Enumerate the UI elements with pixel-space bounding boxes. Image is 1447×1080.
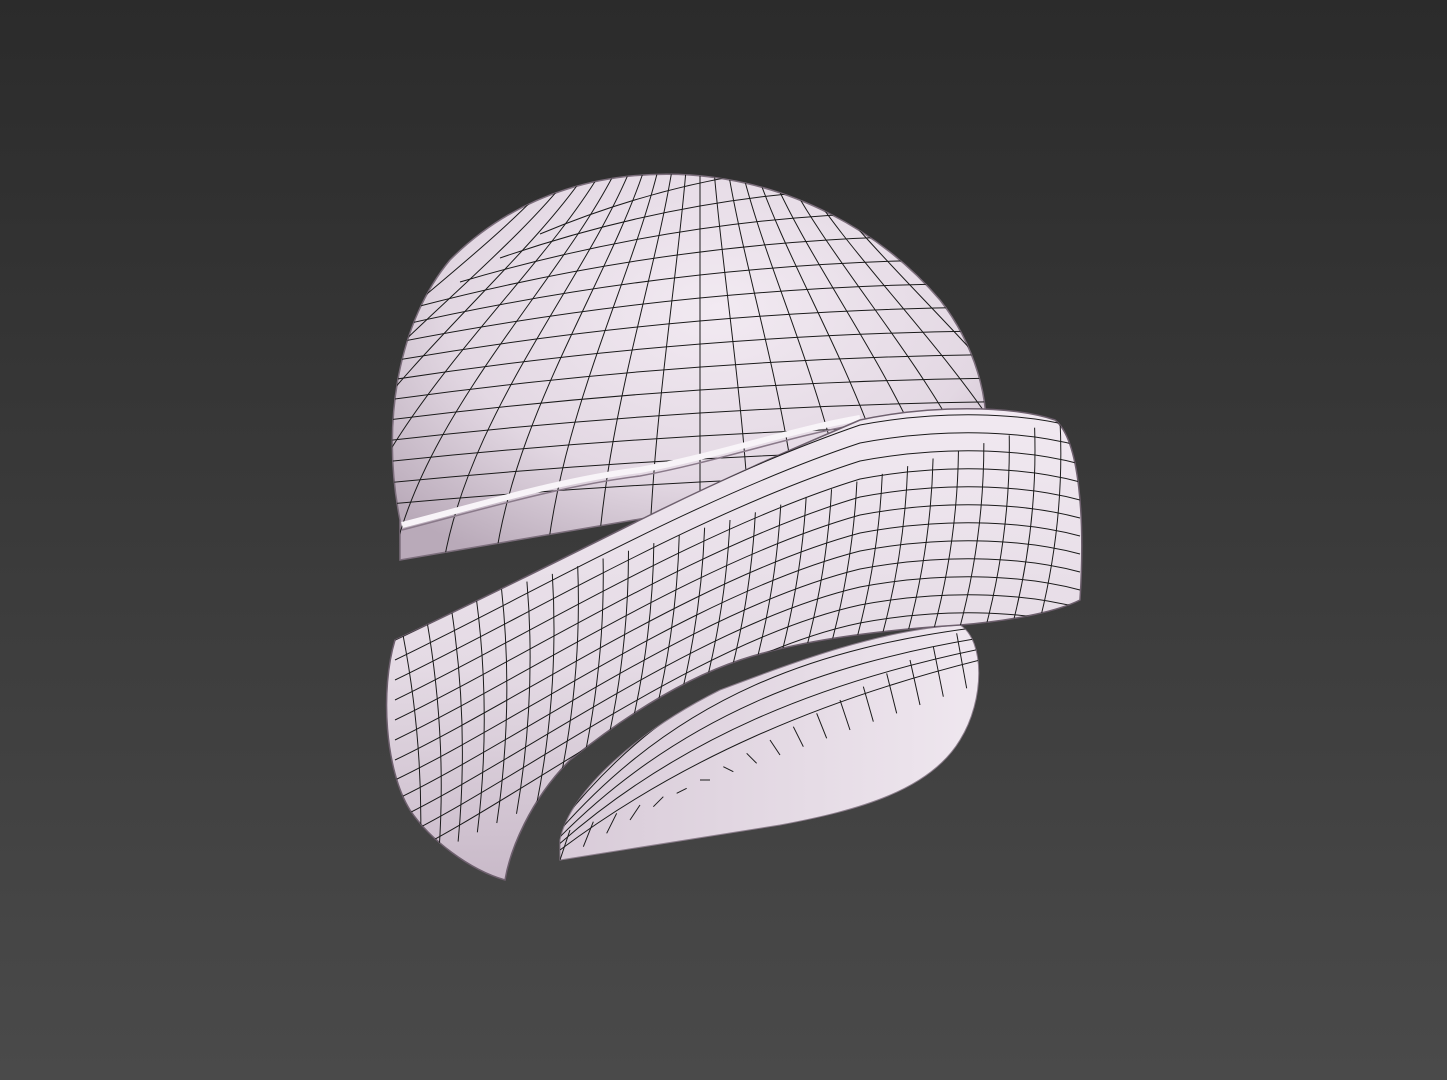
viewport-canvas[interactable]: [0, 0, 1447, 1080]
3d-viewport[interactable]: [0, 0, 1447, 1080]
